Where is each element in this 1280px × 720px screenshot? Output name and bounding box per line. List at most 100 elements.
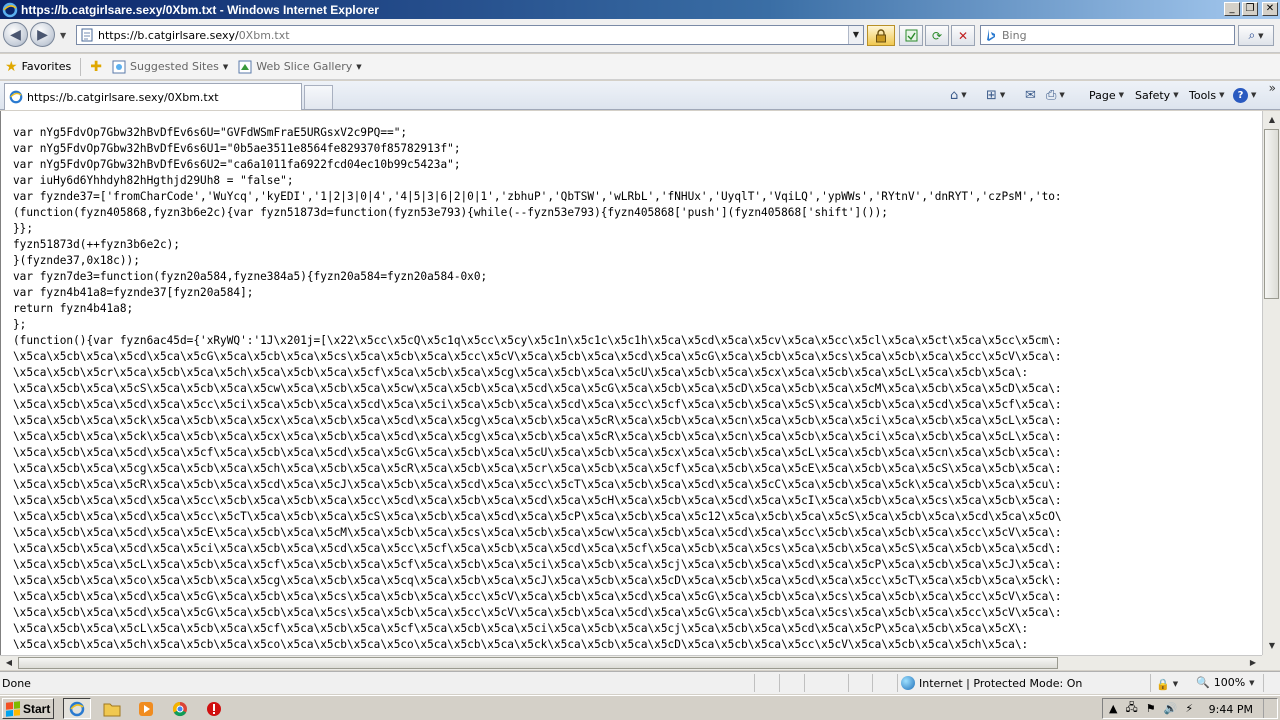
horizontal-scroll-thumb[interactable] [18,657,1058,669]
taskbar: Start ▲ 🖧 ⚑ � [0,695,1280,720]
back-button[interactable]: ◀ [3,22,28,47]
feeds-button[interactable]: ⊞ ▼ [986,85,1005,105]
tools-menu-label: Tools [1189,88,1217,102]
tab-current[interactable]: https://b.catgirlsare.sexy/0Xbm.txt [4,83,302,110]
code-line: \x5ca\x5cb\x5ca\x5cR\x5ca\x5cb\x5ca\x5cd… [13,478,1062,491]
scroll-up-icon[interactable]: ▲ [1264,112,1280,128]
add-to-favorites-bar-button[interactable]: ✚ [85,56,107,78]
scroll-right-icon[interactable]: ▶ [1245,656,1261,670]
security-zone[interactable]: Internet | Protected Mode: On [901,676,1082,690]
taskbar-chrome[interactable] [166,698,194,719]
code-line: \x5ca\x5cb\x5ca\x5ch\x5ca\x5cb\x5ca\x5co… [13,638,1029,651]
power-icon[interactable]: ⚡ [1185,702,1193,715]
taskbar-media-player[interactable] [132,698,160,719]
zoom-control[interactable]: 🔍 100% ▼ [1196,676,1255,689]
read-mail-button[interactable]: ✉ [1025,85,1036,105]
web-slice-gallery-button[interactable]: Web Slice Gallery ▼ [233,56,366,78]
status-divider [1150,674,1151,692]
system-tray: ▲ 🖧 ⚑ 🔊 ⚡ 9:44 PM [1102,698,1278,719]
favorites-bar: ★ Favorites ✚ Suggested Sites ▼ Web Slic… [0,54,1280,80]
tab-label: https://b.catgirlsare.sexy/0Xbm.txt [27,90,219,104]
help-menu[interactable]: ? ▼ [1233,85,1256,105]
navigation-bar: ◀ ▶ ▼ https://b.catgirlsare.sexy/0Xbm.tx… [0,19,1280,53]
minimize-button[interactable]: _ [1224,2,1240,16]
address-dropdown-button[interactable]: ▼ [848,26,863,44]
taskbar-explorer[interactable] [98,698,126,719]
network-icon[interactable]: 🖧 [1125,699,1137,718]
home-button[interactable]: ⌂ ▼ [950,85,967,105]
red-alert-app-icon [207,701,221,716]
start-button[interactable]: Start [2,698,54,719]
code-line: \x5ca\x5cb\x5ca\x5cL\x5ca\x5cb\x5ca\x5cf… [13,558,1062,571]
protected-mode-caret-icon: ▼ [1172,680,1179,688]
code-line: var nYg5FdvOp7Gbw32hBvDfEv6s6U="GVFdWSmF… [13,126,408,139]
code-line: \x5ca\x5cb\x5ca\x5cd\x5ca\x5cf\x5ca\x5cb… [13,446,1062,459]
print-button[interactable]: ⎙ ▼ [1046,85,1065,105]
web-slice-icon [238,60,252,73]
bing-icon [987,29,995,41]
web-slice-label: Web Slice Gallery [256,60,353,73]
security-zone-label: Internet | Protected Mode: On [919,676,1083,690]
restore-button[interactable]: ❐ [1242,2,1258,16]
tools-menu[interactable]: Tools ▼ [1189,85,1225,105]
search-options-caret-icon[interactable]: ▼ [1258,32,1263,40]
vertical-scrollbar[interactable]: ▲ ▼ [1262,111,1280,655]
taskbar-red-app[interactable] [200,698,228,719]
suggested-sites-button[interactable]: Suggested Sites ▼ [107,56,233,78]
taskbar-internet-explorer[interactable] [63,698,91,719]
rss-feed-icon: ⊞ [986,87,997,103]
protected-mode-button[interactable]: 🔒 ▼ [1156,674,1178,694]
code-line: \x5ca\x5cb\x5ca\x5cd\x5ca\x5cG\x5ca\x5cb… [13,590,1062,603]
search-box[interactable]: Bing [980,25,1235,45]
search-icon: ⌕ [1248,28,1256,42]
title-bar: https://b.catgirlsare.sexy/0Xbm.txt - Wi… [0,0,1280,19]
help-icon: ? [1233,87,1248,103]
code-line: \x5ca\x5cb\x5ca\x5cd\x5ca\x5ci\x5ca\x5cb… [13,542,1062,555]
code-line: }; [13,318,27,331]
flag-icon[interactable]: ⚑ [1146,702,1156,715]
code-line: }(fyznde37,0x18c)); [13,254,140,267]
code-line: \x5ca\x5cb\x5ca\x5cS\x5ca\x5cb\x5ca\x5cw… [13,382,1062,395]
home-caret-icon: ▼ [961,91,967,99]
code-line: \x5ca\x5cb\x5ca\x5ck\x5ca\x5cb\x5ca\x5cx… [13,414,1062,427]
favorites-button[interactable]: ★ Favorites [0,56,76,78]
scroll-left-icon[interactable]: ◀ [1,656,17,670]
address-bar[interactable]: https://b.catgirlsare.sexy/0Xbm.txt ▼ [76,25,864,45]
compatibility-view-button[interactable] [899,25,923,46]
code-line: var nYg5FdvOp7Gbw32hBvDfEv6s6U2="ca6a101… [13,158,461,171]
page-menu[interactable]: Page ▼ [1089,85,1124,105]
suggested-sites-icon [112,60,126,73]
suggested-sites-label: Suggested Sites [130,60,219,73]
status-divider [1263,674,1264,692]
code-line: }}; [13,222,34,235]
scroll-down-icon[interactable]: ▼ [1264,638,1280,654]
favorites-label: Favorites [21,60,72,73]
volume-icon[interactable]: 🔊 [1164,702,1178,715]
forward-button[interactable]: ▶ [30,22,55,47]
close-button[interactable]: ✕ [1262,2,1278,16]
code-line: \x5ca\x5cb\x5ca\x5cd\x5ca\x5cG\x5ca\x5cb… [13,606,1062,619]
show-hidden-icons-icon[interactable]: ▲ [1109,702,1117,715]
suggested-sites-caret-icon: ▼ [222,62,229,71]
code-line: (function(){var fyzn6ac45d={'xRyWQ':'1J\… [13,334,1062,347]
help-caret-icon: ▼ [1251,91,1257,99]
horizontal-scrollbar[interactable]: ◀ ▶ [0,655,1262,670]
show-desktop-button[interactable] [1263,699,1277,718]
search-button[interactable]: ⌕ ▼ [1238,25,1274,46]
address-url[interactable]: https://b.catgirlsare.sexy/0Xbm.txt [98,29,290,42]
safety-menu[interactable]: Safety ▼ [1135,85,1179,105]
code-line: \x5ca\x5cb\x5ca\x5cd\x5ca\x5cE\x5ca\x5cb… [13,526,1062,539]
code-line: return fyzn4b41a8; [13,302,134,315]
stop-button[interactable]: ✕ [951,25,975,46]
command-bar-overflow-icon[interactable]: » [1269,81,1276,95]
new-tab-button[interactable] [304,85,333,109]
ie-logo-icon [2,2,18,17]
url-path: 0Xbm.txt [238,28,290,42]
clock[interactable]: 9:44 PM [1209,703,1253,716]
status-divider [754,674,755,692]
recent-pages-dropdown[interactable]: ▼ [60,31,66,40]
refresh-button[interactable]: ⟳ [925,25,949,46]
vertical-scroll-thumb[interactable] [1264,129,1279,299]
media-player-icon [139,701,153,716]
security-lock-button[interactable] [867,25,895,46]
